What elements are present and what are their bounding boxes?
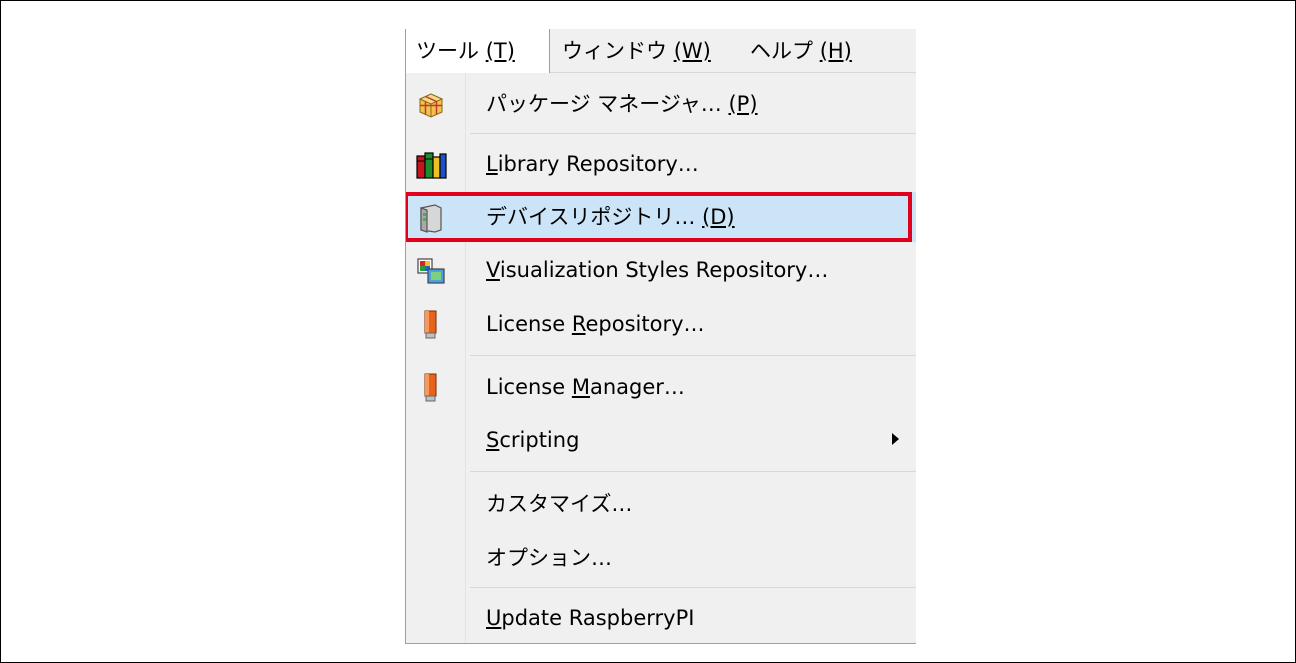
menu-window-mnemonic: (W) <box>673 39 711 63</box>
library-repository-post: ibrary Repository… <box>497 152 699 176</box>
menu-item-license-manager-label: License Manager… <box>486 362 685 412</box>
menu-item-library-repository-label: Library Repository… <box>486 139 699 189</box>
device-repository-text: デバイスリポジトリ… <box>486 205 703 229</box>
menu-item-scripting[interactable]: Scripting <box>406 415 916 465</box>
visualization-mnemonic: V <box>486 258 500 282</box>
scripting-mnemonic: S <box>486 428 500 452</box>
menu-tools-label: ツール <box>416 39 486 63</box>
menu-item-package-manager-label: パッケージ マネージャ… (P) <box>486 79 758 129</box>
update-mnemonic: U <box>486 606 502 630</box>
menu-separator <box>470 471 916 472</box>
scripting-post: cripting <box>499 428 580 452</box>
package-manager-icon <box>414 87 448 121</box>
menu-item-device-repository[interactable]: デバイスリポジトリ… (D) <box>406 192 916 242</box>
menu-item-visualization-styles-repository[interactable]: Visualization Styles Repository… <box>406 245 916 295</box>
visualization-post: isualization Styles Repository… <box>499 258 829 282</box>
figure-frame: ツール (T) ウィンドウ (W) ヘルプ (H) パッケージ マネージャ… (… <box>0 0 1296 663</box>
menu-help-mnemonic: (H) <box>819 39 852 63</box>
menu-item-visualization-styles-label: Visualization Styles Repository… <box>486 245 828 295</box>
package-manager-text: パッケージ マネージャ… <box>486 92 729 116</box>
menu-item-update-raspberrypi[interactable]: Update RaspberryPI <box>406 593 916 643</box>
menu-window-label: ウィンドウ <box>562 39 674 63</box>
package-manager-mnemonic: (P) <box>728 92 758 116</box>
license-manager-icon <box>414 370 448 404</box>
license-repository-icon <box>414 307 448 341</box>
menu-item-license-repository[interactable]: License Repository… <box>406 299 916 349</box>
menu-item-device-repository-label: デバイスリポジトリ… (D) <box>486 192 735 242</box>
menu-item-package-manager[interactable]: パッケージ マネージャ… (P) <box>406 79 916 129</box>
menu-separator <box>470 133 916 134</box>
library-repository-mnemonic: L <box>486 152 498 176</box>
menu-item-license-manager[interactable]: License Manager… <box>406 362 916 412</box>
menu-item-options-label: オプション… <box>486 546 612 570</box>
menu-tools[interactable]: ツール (T) <box>406 29 550 73</box>
menu-item-options[interactable]: オプション… <box>406 533 916 583</box>
library-books-icon <box>414 147 448 181</box>
menu-item-customize-label: カスタマイズ… <box>486 492 633 516</box>
license-manager-mnemonic: M <box>571 375 590 399</box>
visualization-styles-icon <box>414 253 448 287</box>
license-manager-post: anager… <box>589 375 685 399</box>
menu-window[interactable]: ウィンドウ (W) <box>562 29 711 73</box>
license-repository-post: epository… <box>585 312 705 336</box>
license-manager-pre: License <box>486 375 572 399</box>
menu-item-library-repository[interactable]: Library Repository… <box>406 139 916 189</box>
menu-help-label: ヘルプ <box>750 39 820 63</box>
menu-separator <box>470 587 916 588</box>
menu-help[interactable]: ヘルプ (H) <box>750 29 852 73</box>
menu-item-scripting-label: Scripting <box>486 415 579 465</box>
update-post: pdate RaspberryPI <box>501 606 695 630</box>
submenu-arrow-icon <box>892 433 899 445</box>
tools-dropdown-menu: パッケージ マネージャ… (P) Library Repository… デバイ… <box>406 73 916 643</box>
device-repository-icon <box>414 200 448 234</box>
menu-item-license-repository-label: License Repository… <box>486 299 705 349</box>
menu-tools-mnemonic: (T) <box>485 39 515 63</box>
menu-item-update-raspberrypi-label: Update RaspberryPI <box>486 593 694 643</box>
license-repository-pre: License <box>486 312 572 336</box>
menu-bar: ツール (T) ウィンドウ (W) ヘルプ (H) <box>406 29 916 73</box>
menu-item-customize[interactable]: カスタマイズ… <box>406 479 916 529</box>
device-repository-mnemonic: (D) <box>702 205 735 229</box>
menu-screenshot: ツール (T) ウィンドウ (W) ヘルプ (H) パッケージ マネージャ… (… <box>405 29 916 644</box>
license-repository-mnemonic: R <box>571 312 586 336</box>
menu-separator <box>470 355 916 356</box>
